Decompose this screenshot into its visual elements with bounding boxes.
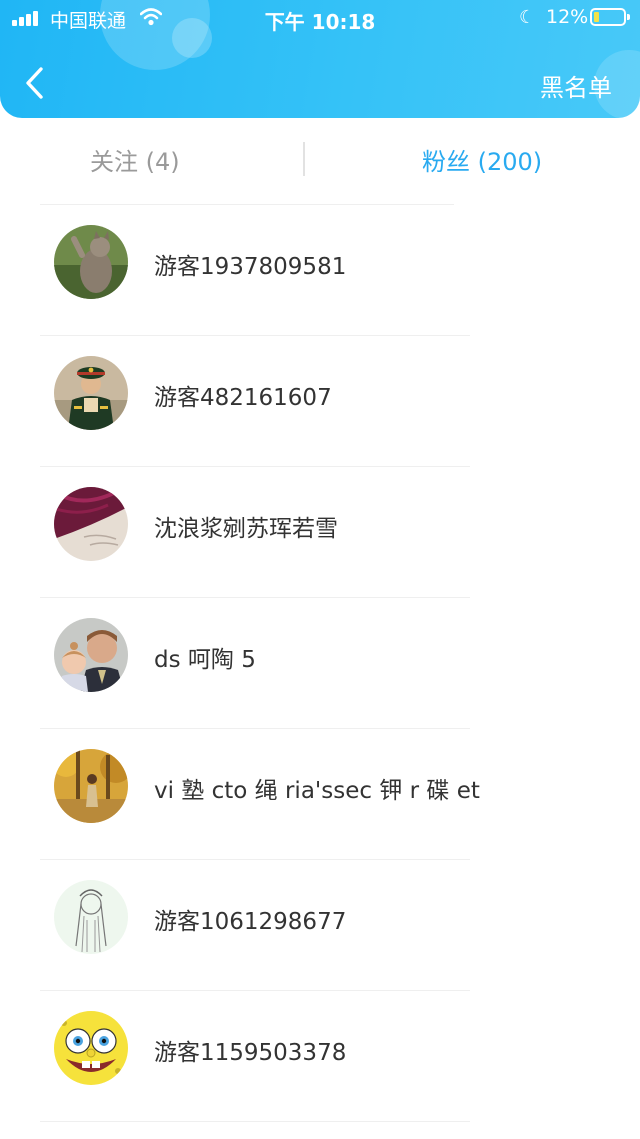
tab-fans[interactable]: 粉丝 (200) <box>422 142 542 177</box>
sketch-girl-avatar <box>54 880 128 954</box>
cat-photo-avatar <box>54 225 128 299</box>
list-item[interactable]: 游客1061298677 <box>0 860 640 991</box>
user-name: ds 呵陶 5 <box>154 647 256 673</box>
status-bar: 中国联通 下午 10:18 ☾ 12% <box>0 0 640 36</box>
battery-fill <box>594 12 599 22</box>
avatar[interactable] <box>54 356 128 430</box>
tab-divider <box>303 142 305 176</box>
tab-following[interactable]: 关注 (4) <box>90 142 180 177</box>
tab-bar: 关注 (4) 粉丝 (200) <box>0 118 640 205</box>
avatar[interactable] <box>54 1011 128 1085</box>
list-item[interactable]: 游客482161607 <box>0 336 640 467</box>
user-name: 游客1061298677 <box>154 909 347 935</box>
list-item[interactable]: 游客1937809581 <box>0 205 640 336</box>
battery-percent: 12% <box>546 6 589 28</box>
user-name: 游客1937809581 <box>154 254 347 280</box>
spongebob-avatar <box>54 1011 128 1085</box>
blacklist-button[interactable]: 黑名单 <box>540 68 612 103</box>
avatar[interactable] <box>54 880 128 954</box>
list-item[interactable]: ds 呵陶 5 <box>0 598 640 729</box>
fans-list: 游客1937809581 游客482161607 沈浪浆剜苏珲若雪 ds 呵陶 … <box>0 205 640 1122</box>
soldier-photo-avatar <box>54 356 128 430</box>
flower-photo-avatar <box>54 487 128 561</box>
moon-icon: ☾ <box>519 7 536 28</box>
list-item[interactable]: vi 塾 cto 绳 ria'ssec 钾 r 碟 et <box>0 729 640 860</box>
user-name: vi 塾 cto 绳 ria'ssec 钾 r 碟 et <box>154 778 480 804</box>
avatar[interactable] <box>54 225 128 299</box>
avatar[interactable] <box>54 487 128 561</box>
autumn-photo-avatar <box>54 749 128 823</box>
family-photo-avatar <box>54 618 128 692</box>
avatar[interactable] <box>54 749 128 823</box>
avatar[interactable] <box>54 618 128 692</box>
chevron-left-icon[interactable] <box>22 66 48 100</box>
user-name: 沈浪浆剜苏珲若雪 <box>154 516 338 542</box>
list-item[interactable]: 沈浪浆剜苏珲若雪 <box>0 467 640 598</box>
status-time: 下午 10:18 <box>264 10 376 34</box>
battery-icon <box>590 8 630 26</box>
list-item[interactable]: 游客1159503378 <box>0 991 640 1122</box>
user-name: 游客482161607 <box>154 385 332 411</box>
user-name: 游客1159503378 <box>154 1040 347 1066</box>
header-bar: 中国联通 下午 10:18 ☾ 12% 黑名单 <box>0 0 640 118</box>
